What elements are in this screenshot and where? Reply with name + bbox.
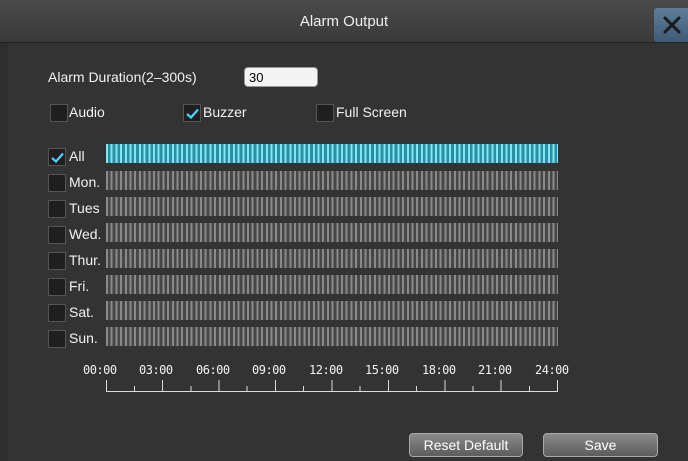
schedule-bar-tues[interactable] <box>106 197 558 216</box>
checkmark-icon <box>51 152 64 163</box>
day-checkbox-sat[interactable] <box>48 304 66 322</box>
reset-default-button[interactable]: Reset Default <box>409 433 523 457</box>
time-tick: 06:00 <box>196 363 230 377</box>
time-tick: 24:00 <box>535 363 569 377</box>
schedule-bar-all[interactable] <box>106 144 558 163</box>
day-label-sat: Sat. <box>69 304 94 320</box>
checkmark-icon <box>186 108 199 119</box>
day-checkbox-sun[interactable] <box>48 330 66 348</box>
save-button[interactable]: Save <box>543 433 658 457</box>
day-label-tues: Tues <box>69 200 100 216</box>
schedule-bar-sat[interactable] <box>106 301 558 320</box>
day-checkbox-mon[interactable] <box>48 174 66 192</box>
day-label-mon: Mon. <box>69 174 101 190</box>
audio-label: Audio <box>69 104 105 120</box>
day-label-fri: Fri. <box>69 278 90 294</box>
day-label-wed: Wed. <box>69 226 102 242</box>
day-label-sun: Sun. <box>69 330 98 346</box>
schedule-bar-wed[interactable] <box>106 223 558 242</box>
time-tick: 15:00 <box>365 363 399 377</box>
time-tick: 18:00 <box>422 363 456 377</box>
day-checkbox-all[interactable] <box>48 148 66 166</box>
day-label-all: All <box>69 148 85 164</box>
schedule-bar-fri[interactable] <box>106 275 558 294</box>
day-checkbox-tues[interactable] <box>48 200 66 218</box>
time-tick: 12:00 <box>309 363 343 377</box>
day-checkbox-fri[interactable] <box>48 278 66 296</box>
close-button[interactable] <box>654 8 688 42</box>
schedule-bar-mon[interactable] <box>106 171 558 190</box>
day-checkbox-thur[interactable] <box>48 252 66 270</box>
alarm-duration-label: Alarm Duration(2–300s) <box>48 69 197 85</box>
fullscreen-label: Full Screen <box>336 104 407 120</box>
alarm-duration-input[interactable]: 30 <box>244 67 318 87</box>
time-tick: 00:00 <box>83 363 117 377</box>
audio-checkbox[interactable] <box>50 104 68 122</box>
close-icon <box>663 16 681 34</box>
fullscreen-checkbox[interactable] <box>316 104 334 122</box>
buzzer-label: Buzzer <box>203 104 247 120</box>
time-tick: 03:00 <box>139 363 173 377</box>
day-label-thur: Thur. <box>69 252 101 268</box>
time-tick: 09:00 <box>252 363 286 377</box>
schedule-bar-thur[interactable] <box>106 249 558 268</box>
time-scale-ruler <box>106 380 558 392</box>
buzzer-checkbox[interactable] <box>183 104 201 122</box>
time-tick: 21:00 <box>478 363 512 377</box>
day-checkbox-wed[interactable] <box>48 226 66 244</box>
schedule-bar-sun[interactable] <box>106 327 558 346</box>
title-bar: Alarm Output <box>0 0 688 43</box>
window-title: Alarm Output <box>299 13 389 30</box>
